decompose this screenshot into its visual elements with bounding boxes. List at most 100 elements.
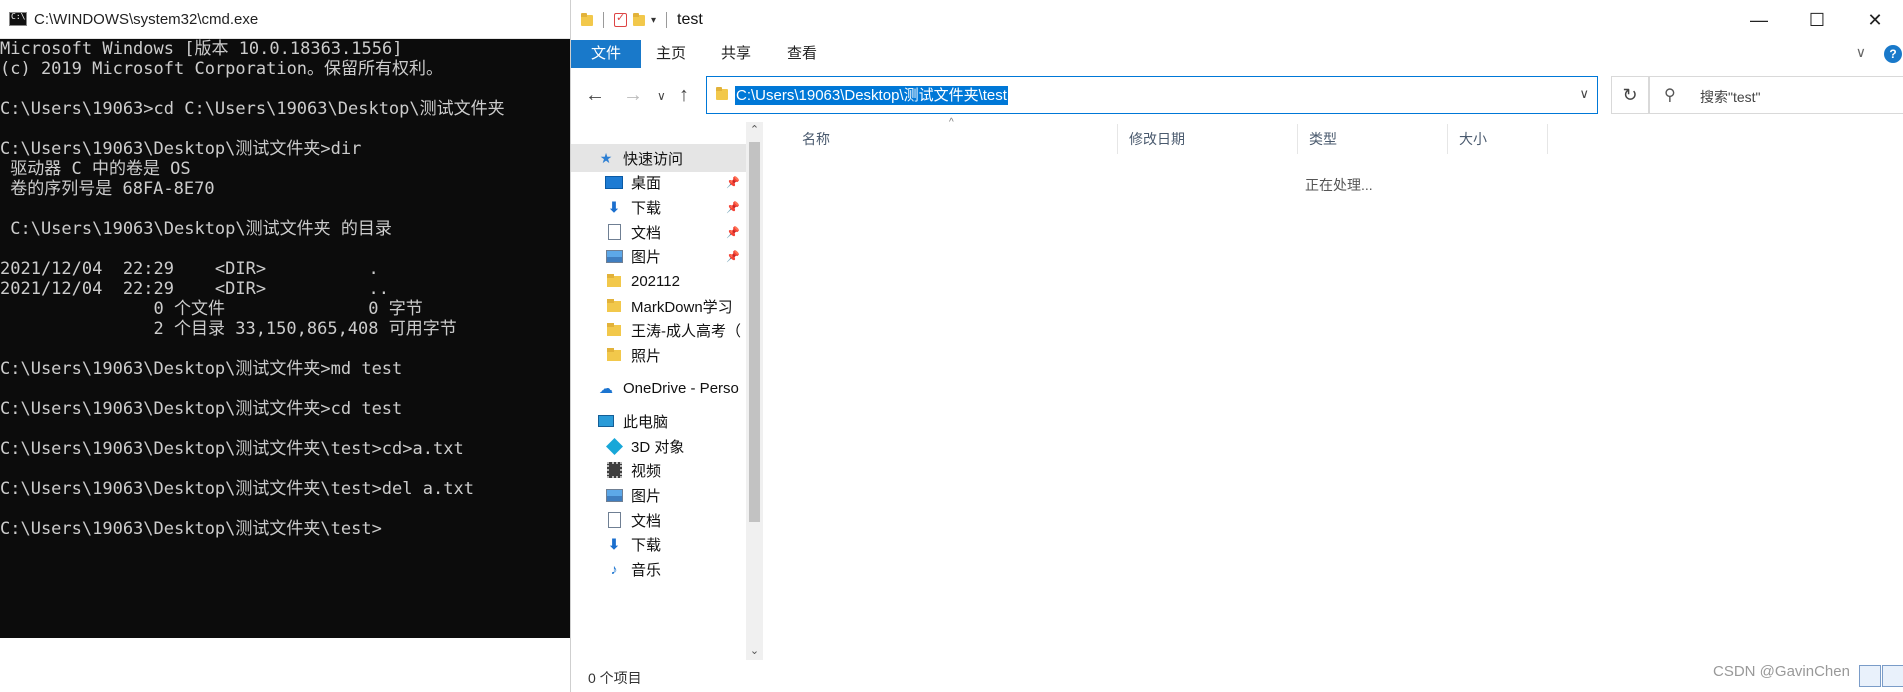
sidebar-item-label: 下载 (631, 199, 662, 217)
star-icon: ★ (599, 149, 613, 166)
column-header-size[interactable]: 大小 (1448, 124, 1548, 154)
expand-ribbon-icon[interactable]: ∨ (1856, 44, 1866, 61)
document-icon (607, 224, 621, 240)
maximize-button[interactable]: ☐ (1788, 0, 1846, 40)
pictures-icon (605, 488, 623, 502)
scroll-up-icon[interactable]: ⌃ (746, 122, 763, 139)
tab-file[interactable]: 文件 (571, 40, 641, 68)
address-bar-row: ← → ∨ ↑ C:\Users\19063\Desktop\测试文件夹\tes… (571, 76, 1903, 116)
sidebar-item-videos[interactable]: 视频 (571, 456, 746, 484)
console-line: C:\Users\19063\Desktop\测试文件夹>md test (0, 359, 403, 379)
scrollbar-thumb[interactable] (749, 142, 760, 522)
processing-message: 正在处理... (1305, 177, 1373, 193)
sidebar-item-this-pc[interactable]: 此电脑 (571, 407, 746, 435)
folder-icon (607, 299, 621, 313)
folder-icon (716, 87, 728, 101)
pictures-icon (605, 249, 623, 263)
sidebar-item-label: 快速访问 (623, 150, 684, 168)
forward-button[interactable]: → (623, 84, 643, 107)
customize-toolbar-icon[interactable]: ▾ (651, 15, 656, 26)
scroll-down-icon[interactable]: ⌄ (746, 643, 763, 660)
folder-icon (607, 323, 621, 337)
close-button[interactable]: ✕ (1846, 0, 1903, 40)
sidebar-item-desktop[interactable]: 桌面 📌 (571, 168, 746, 196)
sidebar-item-label: 照片 (631, 347, 662, 365)
console-line: 卷的序列号是 68FA-8E70 (0, 179, 215, 199)
details-view-icon[interactable] (1859, 665, 1881, 687)
sidebar-item-label: 202112 (631, 272, 680, 290)
divider (603, 12, 604, 28)
video-icon (606, 462, 622, 478)
console-line: C:\Users\19063\Desktop\测试文件夹 的目录 (0, 219, 392, 239)
pin-icon[interactable]: 📌 (726, 201, 740, 214)
sidebar-item-pc-downloads[interactable]: ⬇ 下载 (571, 530, 746, 558)
cmd-title-bar[interactable]: C:\WINDOWS\system32\cmd.exe (0, 0, 570, 39)
quick-access-toolbar: ▾ (581, 11, 671, 28)
new-folder-icon[interactable] (633, 13, 645, 27)
sidebar-item-label: 文档 (631, 512, 662, 530)
explorer-window-title: test (677, 11, 703, 28)
document-icon (607, 512, 621, 528)
column-header-name[interactable]: 名称 (791, 124, 1118, 154)
sidebar-item-label: 图片 (631, 487, 662, 505)
sidebar-item-label: OneDrive - Perso (623, 379, 739, 397)
cmd-console[interactable]: Microsoft Windows [版本 10.0.18363.1556] (c… (0, 38, 568, 637)
chevron-down-icon[interactable]: ∨ (1579, 86, 1589, 102)
computer-icon (598, 415, 614, 427)
back-button[interactable]: ← (585, 84, 605, 107)
sidebar-item-music[interactable]: ♪ 音乐 (571, 555, 746, 583)
sidebar-item-onedrive[interactable]: ☁ OneDrive - Perso (571, 374, 746, 402)
folder-icon (607, 348, 621, 362)
sidebar-item-label: 音乐 (631, 561, 662, 579)
explorer-title-bar[interactable]: ▾ test — ☐ ✕ (571, 0, 1903, 40)
cmd-window: C:\WINDOWS\system32\cmd.exe Microsoft Wi… (0, 0, 571, 638)
up-button[interactable]: ↑ (679, 84, 689, 107)
large-icons-view-icon[interactable] (1882, 665, 1903, 687)
column-header-date-modified[interactable]: 修改日期 (1118, 124, 1298, 154)
sidebar-item-label: 王涛-成人高考（ (631, 322, 741, 340)
console-line: 2 个目录 33,150,865,408 可用字节 (0, 319, 457, 339)
address-path[interactable]: C:\Users\19063\Desktop\测试文件夹\test (735, 86, 1008, 105)
console-line: C:\Users\19063\Desktop\测试文件夹\test> (0, 519, 382, 539)
sidebar-item-label: 视频 (631, 462, 662, 480)
sidebar-item-label: 3D 对象 (631, 438, 685, 456)
sidebar-item-downloads[interactable]: ⬇ 下载 📌 (571, 193, 746, 221)
download-icon: ⬇ (608, 535, 620, 552)
navigation-scrollbar[interactable]: ⌃ ⌄ (746, 122, 763, 660)
column-header-type[interactable]: 类型 (1298, 124, 1448, 154)
cloud-icon: ☁ (599, 379, 613, 396)
search-placeholder: 搜索"test" (1700, 89, 1761, 105)
console-line: 0 个文件 0 字节 (0, 299, 423, 319)
sidebar-item-label: 桌面 (631, 174, 662, 192)
console-line: 2021/12/04 22:29 <DIR> . (0, 259, 379, 279)
address-input[interactable]: C:\Users\19063\Desktop\测试文件夹\test ∨ (706, 76, 1598, 114)
recent-locations-icon[interactable]: ∨ (657, 89, 666, 103)
console-line: C:\Users\19063\Desktop\测试文件夹\test>cd>a.t… (0, 439, 464, 459)
folder-icon (607, 274, 621, 288)
sidebar-item-pictures[interactable]: 图片 📌 (571, 242, 746, 270)
console-line: Microsoft Windows [版本 10.0.18363.1556] (0, 39, 403, 59)
help-icon[interactable]: ? (1884, 45, 1902, 63)
tab-view[interactable]: 查看 (774, 40, 830, 68)
folder-icon (581, 13, 593, 27)
tab-share[interactable]: 共享 (708, 40, 764, 68)
pin-icon[interactable]: 📌 (726, 250, 740, 263)
sidebar-item-label: 图片 (631, 248, 662, 266)
refresh-button[interactable]: ↻ (1611, 76, 1649, 114)
minimize-button[interactable]: — (1730, 0, 1788, 40)
pin-icon[interactable]: 📌 (726, 226, 740, 239)
search-input[interactable]: ⚲ 搜索"test" (1649, 76, 1903, 114)
terminal-icon (9, 12, 27, 26)
sidebar-item-folder-photos[interactable]: 照片 (571, 341, 746, 369)
sidebar-item-pc-pictures[interactable]: 图片 (571, 481, 746, 509)
sidebar-item-folder-wangtao[interactable]: 王涛-成人高考（ (571, 316, 746, 344)
tab-home[interactable]: 主页 (643, 40, 699, 68)
sidebar-item-folder-202112[interactable]: 202112 (571, 267, 746, 295)
properties-icon[interactable] (614, 11, 627, 27)
pin-icon[interactable]: 📌 (726, 176, 740, 189)
